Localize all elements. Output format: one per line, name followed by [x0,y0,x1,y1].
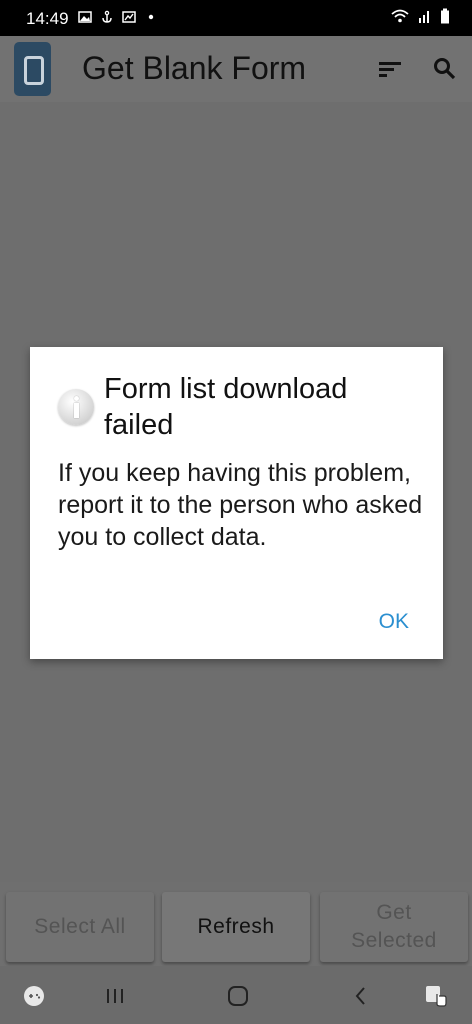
bottom-button-bar: Select All Refresh Get Selected [0,882,472,966]
status-bar: 14:49 [0,0,472,36]
wifi-icon [391,9,409,23]
app-logo [14,42,51,96]
anchor-icon [102,10,112,23]
chart-icon [122,11,136,23]
error-dialog: Form list download failed If you keep ha… [30,347,443,659]
back-icon[interactable] [349,984,373,1008]
app-bar: Get Blank Form [0,36,472,102]
get-selected-button[interactable]: Get Selected [320,892,468,962]
signal-icon [419,11,429,23]
notification-icons [78,10,158,24]
system-status-icons [390,8,450,24]
battery-icon [441,8,449,24]
dialog-title: Form list download failed [104,373,348,441]
dialog-message: If you keep having this problem, report … [58,459,423,551]
ok-button[interactable]: OK [379,610,409,634]
info-icon [58,389,94,425]
page-title: Get Blank Form [82,50,307,86]
select-all-button[interactable]: Select All [6,892,154,962]
status-time: 14:49 [26,9,69,28]
game-launcher-icon[interactable] [22,984,46,1008]
home-icon[interactable] [226,984,250,1008]
image-icon [78,11,92,23]
dot-icon [148,14,154,20]
search-icon[interactable] [432,56,458,82]
recent-apps-icon[interactable] [103,984,127,1008]
accessibility-touch-icon[interactable] [424,984,448,1008]
refresh-button[interactable]: Refresh [162,892,310,962]
system-nav-bar [0,966,472,1024]
sort-icon[interactable] [377,56,403,82]
